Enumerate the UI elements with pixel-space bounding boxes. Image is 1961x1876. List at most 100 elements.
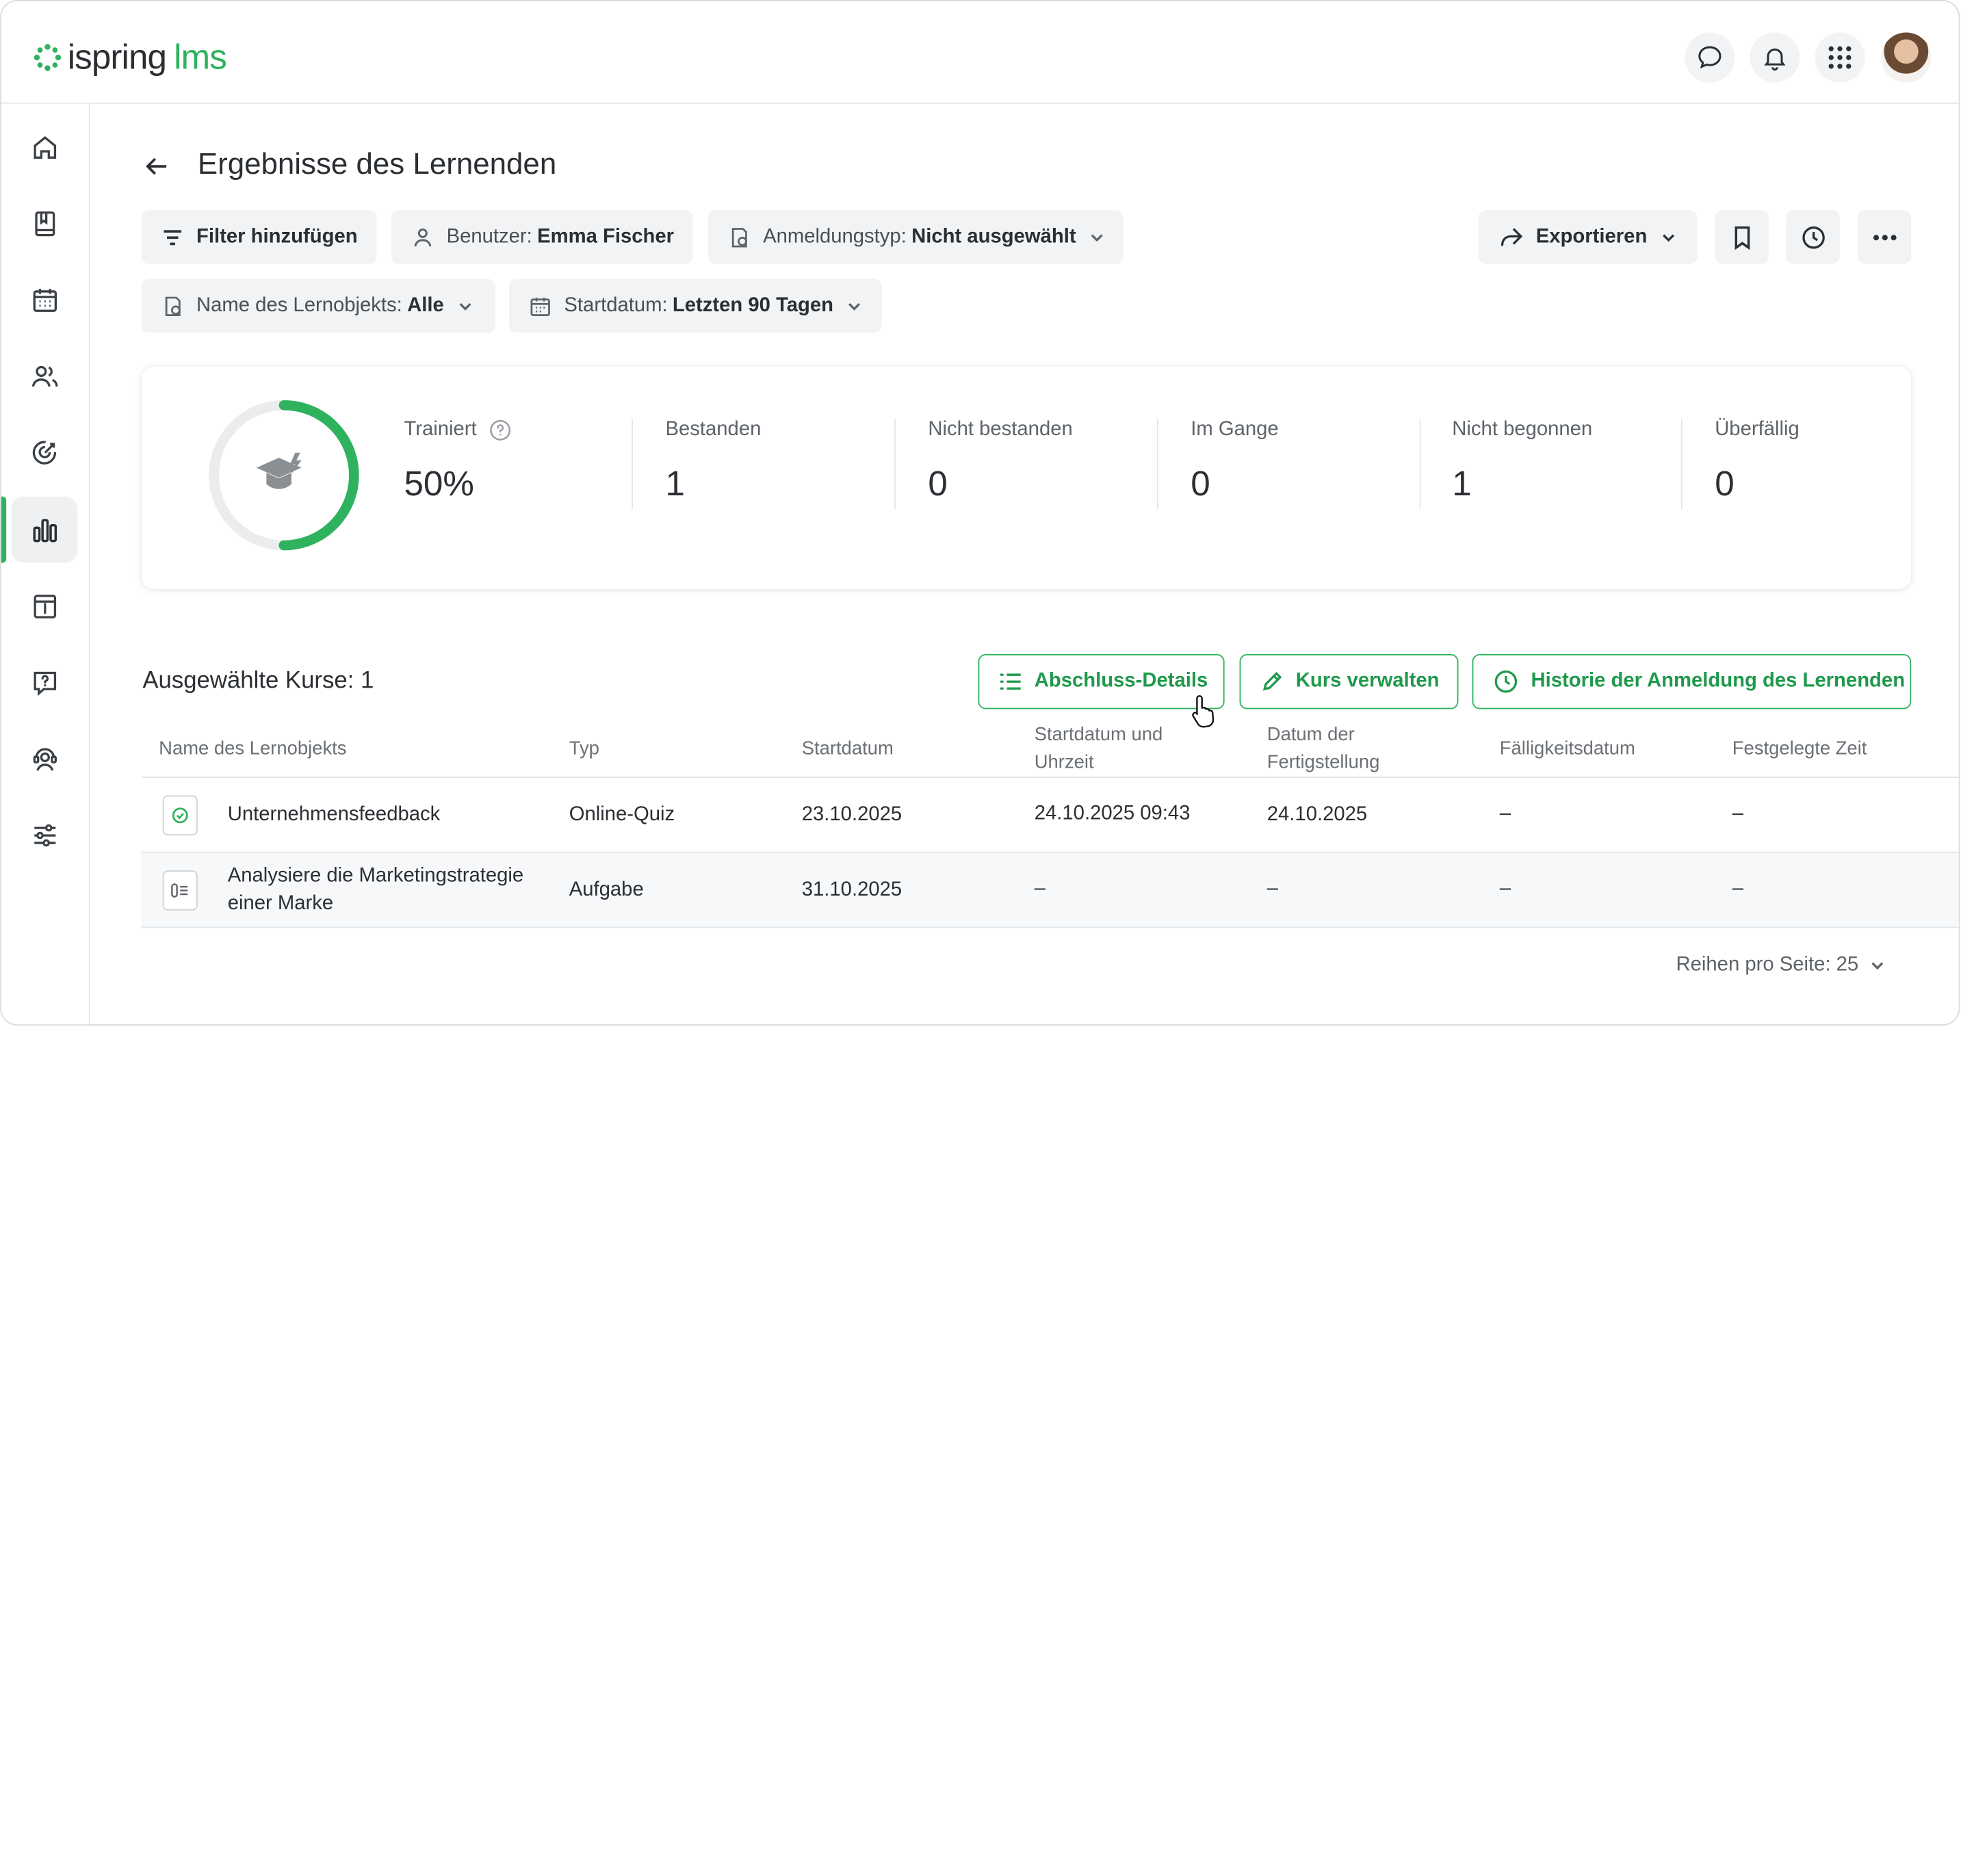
export-label: Exportieren bbox=[1535, 225, 1648, 248]
column-header-completion-date-line2: Fertigstellung bbox=[1267, 751, 1380, 773]
sidebar-item-questions[interactable] bbox=[11, 649, 77, 716]
sidebar-item-reports[interactable] bbox=[11, 496, 78, 563]
row-type: Aufgabe bbox=[569, 879, 644, 901]
table-divider bbox=[141, 926, 1959, 928]
logo-brand: ispring bbox=[67, 37, 167, 77]
chevron-down-icon bbox=[1871, 962, 1884, 970]
column-header-name[interactable]: Name des Lernobjekts bbox=[159, 735, 346, 763]
stat-trained-label: Trainiert bbox=[404, 419, 477, 441]
home-icon bbox=[33, 135, 56, 159]
sidebar-item-home[interactable] bbox=[11, 114, 77, 180]
manage-course-button[interactable]: Kurs verwalten bbox=[1239, 654, 1459, 709]
sidebar-item-settings[interactable] bbox=[11, 802, 77, 868]
row-completion-date: – bbox=[1267, 878, 1279, 900]
sidebar-item-info[interactable] bbox=[11, 573, 77, 639]
table-divider bbox=[141, 851, 1959, 853]
start-date-filter-chip[interactable]: Startdatum: Letzten 90 Tagen bbox=[508, 278, 882, 333]
stat-passed-label: Bestanden bbox=[665, 419, 762, 441]
stat-divider bbox=[894, 419, 896, 509]
row-start-date: 31.10.2025 bbox=[801, 879, 902, 901]
row-completion-date: 24.10.2025 bbox=[1267, 804, 1368, 826]
trained-progress-donut bbox=[209, 400, 359, 551]
date-filter-value: Letzten 90 Tagen bbox=[672, 294, 834, 316]
logo[interactable]: ispring lms bbox=[33, 36, 227, 79]
graduation-cap-icon bbox=[256, 452, 302, 489]
stat-passed: Bestanden 1 bbox=[665, 419, 761, 504]
rows-per-page-label: Reihen pro Seite: 25 bbox=[1676, 954, 1859, 976]
stat-divider bbox=[632, 419, 633, 509]
users-icon bbox=[31, 365, 57, 387]
list-icon bbox=[1000, 673, 1021, 690]
completion-details-button[interactable]: Abschluss-Details bbox=[978, 654, 1225, 709]
sidebar-item-catalog[interactable] bbox=[11, 190, 77, 257]
rows-per-page-select[interactable]: Reihen pro Seite: 25 bbox=[1676, 954, 1886, 977]
sidebar-item-support[interactable] bbox=[11, 725, 77, 792]
sidebar-item-calendar[interactable] bbox=[11, 266, 77, 333]
page-title: Ergebnisse des Lernenden bbox=[197, 147, 557, 182]
column-header-start-datetime[interactable]: Startdatum und Uhrzeit bbox=[1035, 722, 1163, 777]
user-filter-chip[interactable]: Benutzer: Emma Fischer bbox=[391, 210, 693, 264]
stat-overdue-label: Überfällig bbox=[1715, 419, 1800, 441]
completion-details-label: Abschluss-Details bbox=[1034, 670, 1208, 692]
enrollment-type-filter-chip[interactable]: Anmeldungstyp: Nicht ausgewählt bbox=[707, 210, 1124, 264]
bookmark-button[interactable] bbox=[1715, 210, 1769, 264]
chevron-down-icon bbox=[1662, 233, 1674, 242]
add-filter-label: Filter hinzufügen bbox=[196, 225, 358, 248]
logo-product: lms bbox=[174, 37, 227, 77]
column-header-fixed-time[interactable]: Festgelegte Zeit bbox=[1732, 735, 1867, 763]
stat-failed: Nicht bestanden 0 bbox=[928, 419, 1072, 504]
history-button[interactable] bbox=[1786, 210, 1840, 264]
stat-failed-value: 0 bbox=[928, 464, 948, 503]
manage-course-label: Kurs verwalten bbox=[1295, 670, 1440, 692]
more-horizontal-icon bbox=[1873, 234, 1896, 240]
selected-courses-count: Ausgewählte Kurse: 1 bbox=[142, 668, 374, 694]
learning-object-filter-chip[interactable]: Name des Lernobjekts: Alle bbox=[141, 278, 495, 333]
stat-not-started-label: Nicht begonnen bbox=[1452, 419, 1593, 441]
notifications-button[interactable] bbox=[1750, 32, 1800, 83]
book-icon bbox=[34, 211, 55, 236]
column-header-due-date[interactable]: Fälligkeitsdatum bbox=[1500, 735, 1635, 763]
column-header-start-datetime-line1: Startdatum und bbox=[1034, 724, 1163, 746]
filter-icon bbox=[164, 229, 182, 245]
export-button[interactable]: Exportieren bbox=[1478, 210, 1698, 264]
enrollment-history-button[interactable]: Historie der Anmeldung des Lernenden bbox=[1472, 654, 1912, 709]
user-avatar[interactable] bbox=[1881, 32, 1932, 83]
bell-icon bbox=[1764, 48, 1786, 71]
learning-object-icon bbox=[165, 296, 181, 316]
user-icon bbox=[414, 228, 432, 246]
stat-not-started: Nicht begonnen 1 bbox=[1452, 419, 1592, 504]
back-button[interactable] bbox=[142, 151, 172, 181]
help-circle-icon[interactable] bbox=[489, 419, 512, 441]
row-start-datetime: 24.10.2025 09:43 bbox=[1034, 803, 1191, 824]
info-icon bbox=[33, 594, 56, 618]
stat-trained-value: 50% bbox=[404, 464, 474, 503]
row-name[interactable]: Analysiere die Marketingstrategie einer … bbox=[228, 863, 523, 917]
row-due-date: – bbox=[1499, 878, 1511, 900]
top-bar: ispring lms bbox=[1, 1, 1959, 104]
date-filter-key: Startdatum: bbox=[564, 294, 668, 316]
chevron-down-icon bbox=[459, 302, 471, 310]
stats-card: Trainiert 50% Bestanden 1 Nicht bestande… bbox=[141, 366, 1912, 589]
column-header-start-date[interactable]: Startdatum bbox=[802, 735, 894, 763]
assignment-file-icon bbox=[162, 870, 198, 911]
app-window: ispring lms Ergebnisse des Lernenden Fil… bbox=[0, 0, 1960, 1026]
chat-button[interactable] bbox=[1685, 32, 1735, 83]
column-header-type[interactable]: Typ bbox=[569, 735, 599, 763]
row-name[interactable]: Unternehmensfeedback bbox=[228, 802, 441, 829]
question-icon bbox=[33, 670, 56, 696]
sidebar-item-users[interactable] bbox=[11, 343, 77, 409]
sidebar-item-goals[interactable] bbox=[11, 419, 77, 485]
add-filter-button[interactable]: Filter hinzufügen bbox=[141, 210, 377, 264]
stat-divider bbox=[1156, 419, 1158, 509]
support-icon bbox=[32, 747, 57, 770]
target-icon bbox=[31, 440, 56, 464]
chat-icon bbox=[1698, 46, 1722, 69]
column-header-completion-date[interactable]: Datum der Fertigstellung bbox=[1267, 722, 1380, 777]
user-filter-key: Benutzer: bbox=[446, 225, 532, 248]
row-name-line1: Analysiere die Marketingstrategie bbox=[227, 865, 524, 887]
table-divider bbox=[141, 777, 1959, 779]
calendar-icon bbox=[32, 288, 57, 311]
more-button[interactable] bbox=[1857, 210, 1912, 264]
enrollment-history-label: Historie der Anmeldung des Lernenden bbox=[1531, 670, 1906, 692]
apps-button[interactable] bbox=[1815, 32, 1865, 83]
